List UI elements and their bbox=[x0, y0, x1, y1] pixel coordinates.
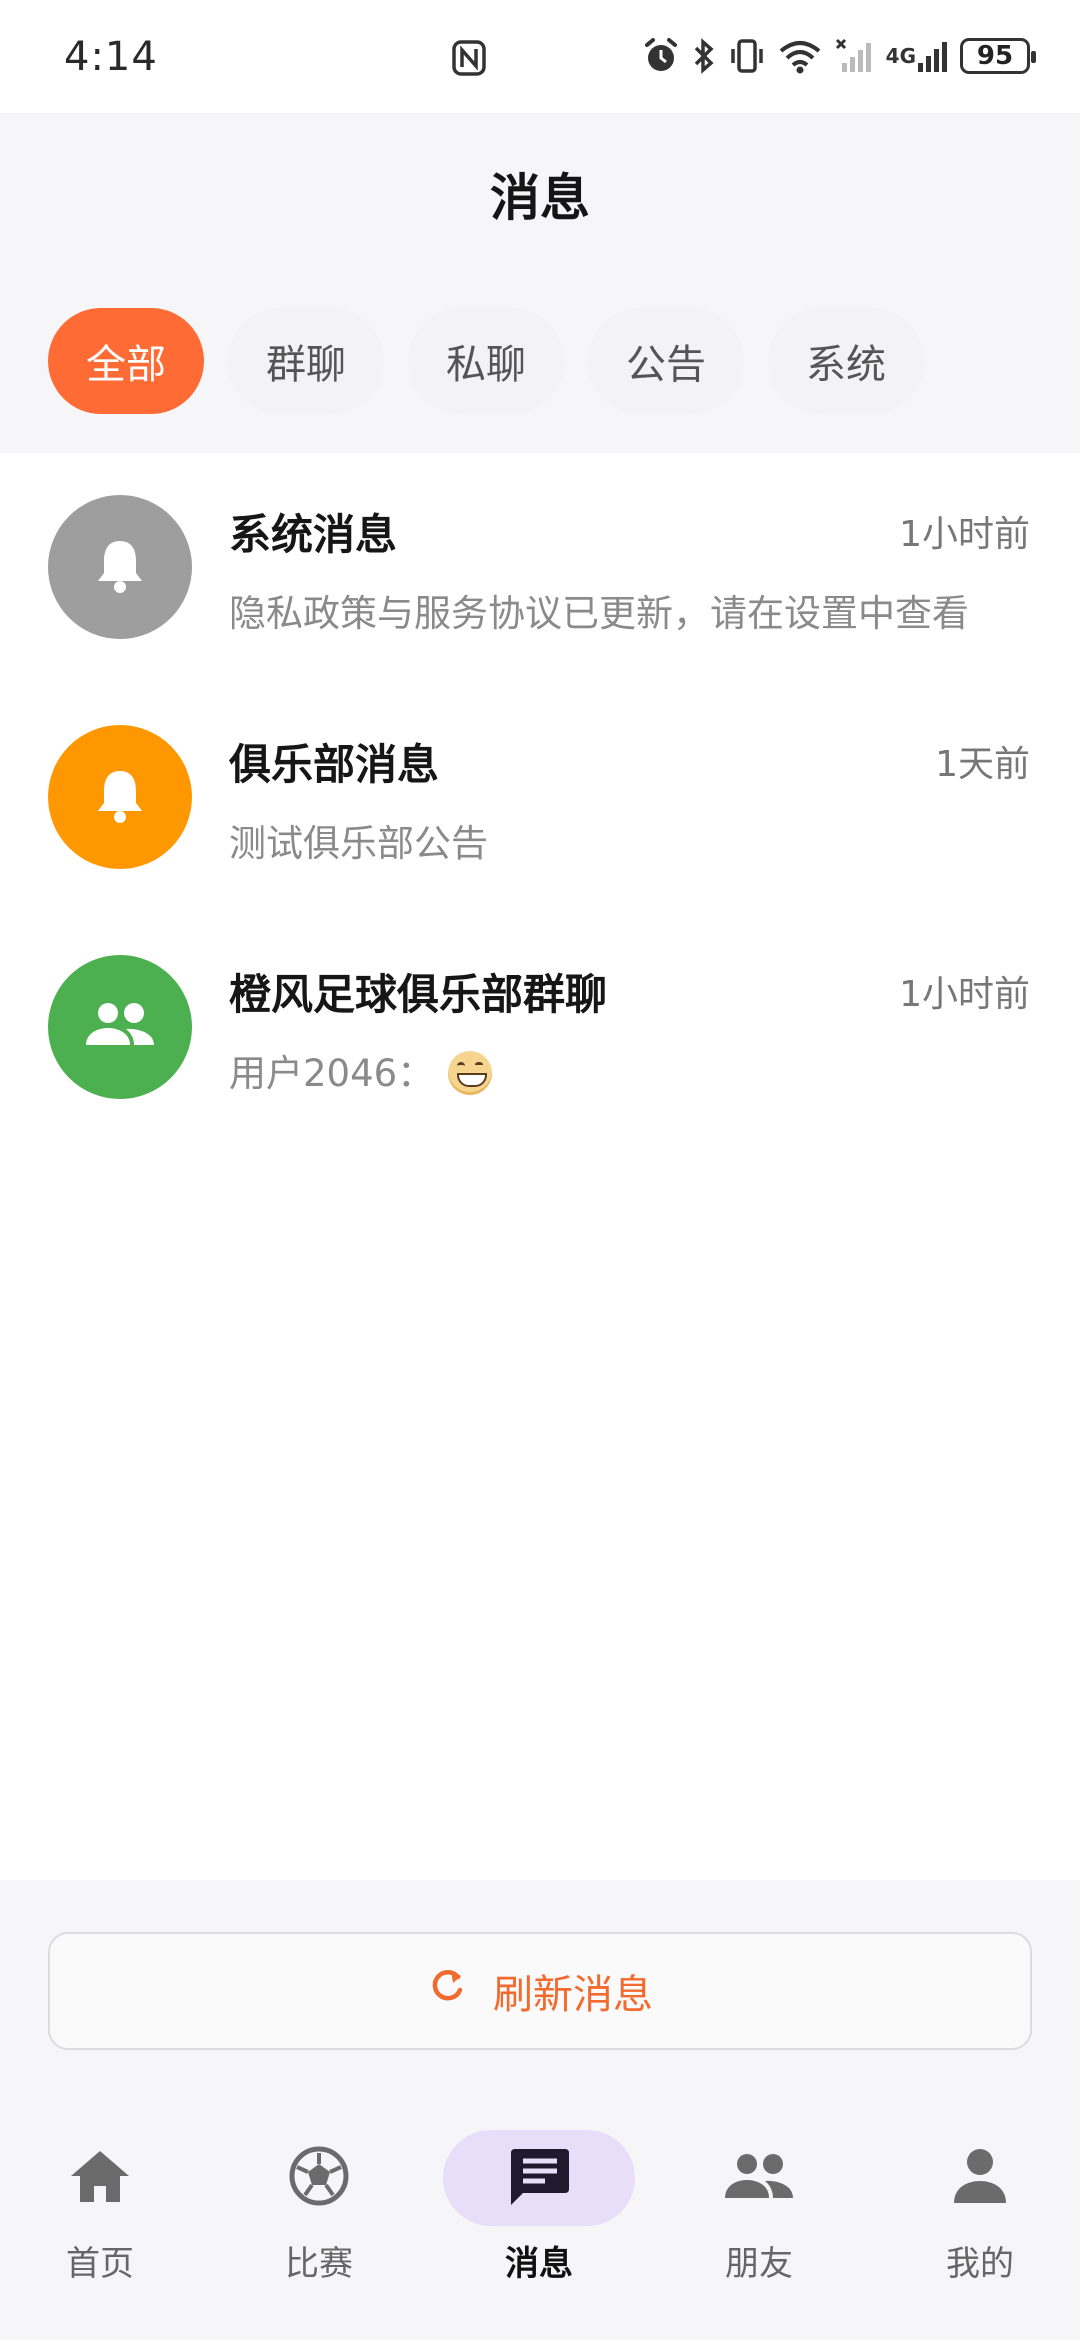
vibrate-icon bbox=[728, 37, 766, 75]
nav-label: 首页 bbox=[66, 2244, 134, 2284]
signal-icon bbox=[834, 37, 874, 75]
message-title: 橙风足球俱乐部群聊 bbox=[229, 970, 608, 1019]
grin-emoji-icon bbox=[448, 1050, 493, 1095]
message-preview: 测试俱乐部公告 bbox=[229, 822, 488, 865]
refresh-icon bbox=[427, 1966, 467, 2016]
refresh-label: 刷新消息 bbox=[493, 1972, 653, 2018]
nav-item-matches[interactable]: 比赛 bbox=[219, 2130, 419, 2310]
wifi-icon bbox=[778, 37, 822, 75]
bell-icon bbox=[92, 765, 148, 829]
nav-item-friends[interactable]: 朋友 bbox=[659, 2130, 859, 2310]
nfc-icon bbox=[452, 40, 486, 80]
refresh-area: 刷新消息 bbox=[0, 1880, 1080, 2080]
bottom-nav: 首页 比赛 消息 朋友 我的 bbox=[0, 2080, 1080, 2340]
home-icon bbox=[69, 2148, 131, 2208]
message-preview-text: 用户2046： bbox=[229, 1052, 435, 1095]
messages-screen: 4:14 4G 95 消息 全部 群聊 私聊 公告 系统 系统消息 1小时前 隐… bbox=[0, 0, 1080, 2340]
tab-group-chat[interactable]: 群聊 bbox=[228, 308, 384, 414]
chat-icon bbox=[507, 2145, 571, 2211]
nav-item-home[interactable]: 首页 bbox=[0, 2130, 200, 2310]
avatar bbox=[48, 955, 192, 1099]
message-time: 1天前 bbox=[935, 744, 1030, 785]
battery-icon: 95 bbox=[960, 38, 1036, 74]
tab-announcement[interactable]: 公告 bbox=[588, 308, 744, 414]
message-preview: 用户2046： bbox=[229, 1043, 1029, 1098]
list-item-club-messages[interactable]: 俱乐部消息 1天前 测试俱乐部公告 bbox=[0, 683, 1080, 913]
nav-label: 消息 bbox=[505, 2244, 573, 2284]
filter-tabs: 全部 群聊 私聊 公告 系统 bbox=[48, 308, 924, 414]
tab-all[interactable]: 全部 bbox=[48, 308, 204, 414]
tab-private-chat[interactable]: 私聊 bbox=[408, 308, 564, 414]
nav-item-messages[interactable]: 消息 bbox=[439, 2130, 639, 2310]
list-item-system-messages[interactable]: 系统消息 1小时前 隐私政策与服务协议已更新，请在设置中查看 bbox=[0, 453, 1080, 683]
nav-label: 比赛 bbox=[285, 2244, 353, 2284]
message-list: 系统消息 1小时前 隐私政策与服务协议已更新，请在设置中查看 俱乐部消息 1天前… bbox=[0, 453, 1080, 1880]
status-icons: 4G 95 bbox=[642, 34, 1036, 78]
nav-item-profile[interactable]: 我的 bbox=[880, 2130, 1080, 2310]
page-title: 消息 bbox=[490, 169, 590, 227]
alarm-icon bbox=[642, 37, 680, 75]
bluetooth-icon bbox=[692, 37, 716, 75]
header: 消息 全部 群聊 私聊 公告 系统 bbox=[0, 113, 1080, 453]
message-time: 1小时前 bbox=[899, 514, 1030, 555]
list-item-group-chat[interactable]: 橙风足球俱乐部群聊 1小时前 用户2046： bbox=[0, 913, 1080, 1143]
soccer-ball-icon bbox=[288, 2145, 350, 2211]
friends-icon bbox=[723, 2150, 795, 2206]
status-bar: 4:14 4G 95 bbox=[0, 0, 1080, 113]
signal-4g-icon: 4G bbox=[886, 37, 948, 75]
message-time: 1小时前 bbox=[899, 974, 1030, 1015]
nav-label: 我的 bbox=[946, 2244, 1014, 2284]
group-icon bbox=[84, 999, 156, 1055]
nav-label: 朋友 bbox=[725, 2244, 793, 2284]
message-title: 俱乐部消息 bbox=[229, 740, 440, 789]
tab-system[interactable]: 系统 bbox=[768, 308, 924, 414]
avatar bbox=[48, 495, 192, 639]
message-title: 系统消息 bbox=[229, 510, 398, 559]
status-time: 4:14 bbox=[64, 34, 158, 80]
avatar bbox=[48, 725, 192, 869]
bell-icon bbox=[92, 535, 148, 599]
refresh-messages-button[interactable]: 刷新消息 bbox=[48, 1932, 1032, 2050]
person-icon bbox=[952, 2147, 1008, 2209]
message-preview: 隐私政策与服务协议已更新，请在设置中查看 bbox=[229, 592, 969, 635]
